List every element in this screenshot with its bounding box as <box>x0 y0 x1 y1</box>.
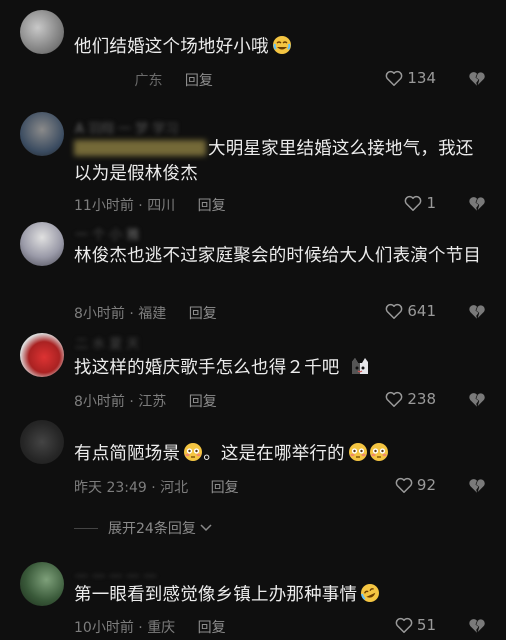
like-count: 134 <box>407 69 436 87</box>
commenter-name: A 羽翔 一 梦 学习 <box>75 122 179 137</box>
avatar[interactable] <box>20 112 64 156</box>
comment-location: 重庆 <box>147 620 176 636</box>
like-count: 1 <box>426 194 436 212</box>
comment-text: 第一眼看到感觉像乡镇上办那种事情 <box>74 583 482 608</box>
like-count: 51 <box>416 616 436 634</box>
heart-icon <box>395 477 413 493</box>
reply-button[interactable]: 回复 <box>211 480 239 496</box>
like-button[interactable]: 1 <box>404 194 436 212</box>
heart-icon <box>385 303 403 319</box>
comment-meta: 10小时前 · 重庆 回复 <box>74 620 226 636</box>
like-button[interactable]: 238 <box>385 390 436 408</box>
chevron-down-icon <box>200 524 212 532</box>
reply-button[interactable]: 回复 <box>189 394 217 410</box>
avatar[interactable] <box>20 562 64 606</box>
comment-meta: 8小时前 · 福建 回复 <box>74 306 217 322</box>
avatar[interactable] <box>20 10 64 54</box>
comment-location: 河北 <box>160 480 189 496</box>
comment-meta: 广东 回复 <box>74 70 213 90</box>
commenter-name: 二 水 夏 天 <box>75 337 140 352</box>
like-button[interactable]: 51 <box>395 616 436 634</box>
comment-time: 10小时前 <box>74 620 134 636</box>
broken-heart-icon[interactable] <box>468 477 486 495</box>
expand-replies-label: 展开24条回复 <box>108 521 196 537</box>
divider-line <box>74 527 98 529</box>
like-button[interactable]: 92 <box>395 476 436 494</box>
comment-location: 四川 <box>147 198 176 214</box>
comment-meta: 8小时前 · 江苏 回复 <box>74 394 217 410</box>
comment-text: 林俊杰也逃不过家庭聚会的时候给大人们表演个节目 <box>74 246 482 266</box>
broken-heart-icon[interactable] <box>468 303 486 321</box>
avatar[interactable] <box>20 222 64 266</box>
heart-icon <box>385 70 403 86</box>
reply-button[interactable]: 回复 <box>189 306 217 322</box>
like-button[interactable]: 641 <box>385 302 436 320</box>
like-button[interactable]: 134 <box>385 69 436 87</box>
flushed-face-icon <box>348 443 367 461</box>
flushed-face-icon <box>369 443 388 461</box>
commenter-name: 一 个 小 雅 <box>75 228 140 243</box>
heart-icon <box>405 195 422 211</box>
reply-button[interactable]: 回复 <box>198 198 226 214</box>
broken-heart-icon[interactable] <box>468 617 486 635</box>
like-count: 92 <box>416 476 436 494</box>
comment-time <box>74 73 130 89</box>
rolling-laughing-emoji-icon <box>361 584 380 602</box>
reply-button[interactable]: 回复 <box>185 73 213 89</box>
comment-time: 11小时前 <box>74 198 134 214</box>
heart-icon <box>395 617 413 633</box>
comment-text: 他们结婚这个场地好小哦 <box>74 35 482 60</box>
comment-location: 广东 <box>134 73 163 89</box>
heart-icon <box>385 391 403 407</box>
avatar[interactable] <box>20 333 64 377</box>
broken-heart-icon[interactable] <box>468 195 486 213</box>
comment-text: 有点简陋场景 。这是在哪举行的 <box>74 442 482 467</box>
like-count: 238 <box>407 390 436 408</box>
broken-heart-icon[interactable] <box>468 70 486 88</box>
like-count: 641 <box>407 302 436 320</box>
comment-meta: 昨天 23:49 · 河北 回复 <box>74 480 239 496</box>
comment-location: 江苏 <box>138 394 167 410</box>
comment-time: 8小时前 <box>74 306 125 322</box>
comment-time: 8小时前 <box>74 394 125 410</box>
comment-time: 昨天 23:49 <box>74 480 147 496</box>
broken-heart-icon[interactable] <box>468 391 486 409</box>
cat-face-icon <box>352 358 369 374</box>
comment-location: 福建 <box>138 306 167 322</box>
expand-replies-button[interactable]: 展开24条回复 <box>74 518 213 538</box>
comment-meta: 11小时前 · 四川 回复 <box>74 198 226 214</box>
comment-text: 大明星家里结婚这么接地气，我还以为是假林俊杰 <box>74 139 474 184</box>
reply-button[interactable]: 回复 <box>198 620 226 636</box>
crying-laughing-emoji-icon <box>272 36 291 54</box>
yellow-tag-icon <box>74 140 206 156</box>
comment-text: 找这样的婚庆歌手怎么也得２千吧 <box>74 356 482 381</box>
avatar[interactable] <box>20 420 64 464</box>
flushed-face-icon <box>184 443 203 461</box>
